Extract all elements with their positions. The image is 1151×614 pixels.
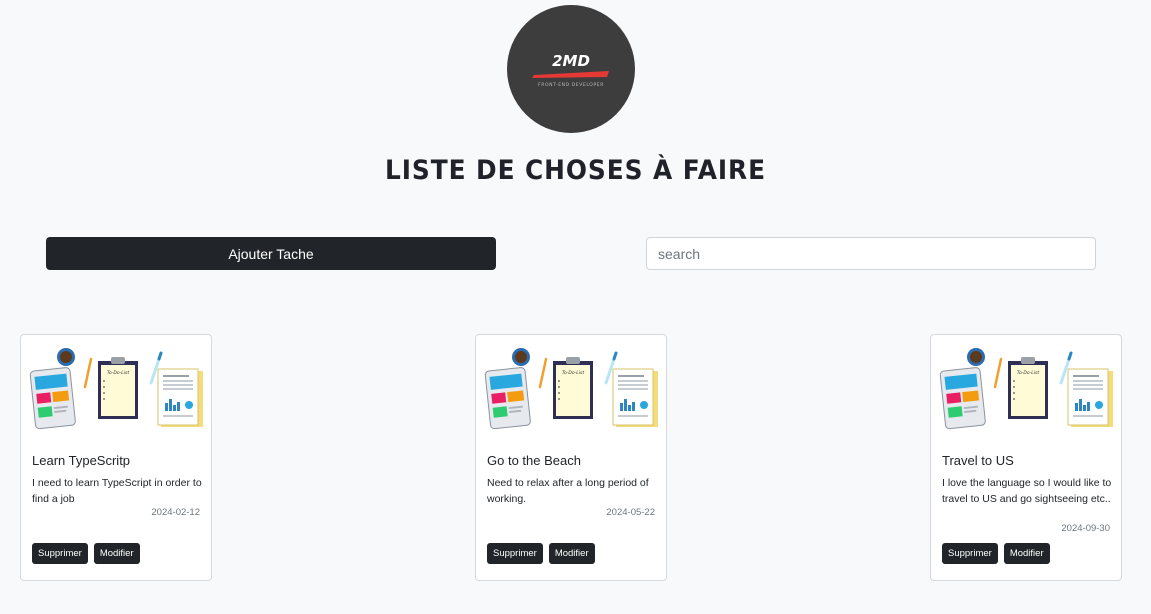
- edit-button[interactable]: Modifier: [93, 543, 140, 564]
- add-task-button[interactable]: Ajouter Tache: [46, 237, 496, 270]
- logo: 2MD FRONT-END DEVELOPER: [507, 5, 635, 133]
- task-description: I love the language so I would like to t…: [942, 477, 1112, 505]
- todo-illustration: To-Do-List: [29, 347, 205, 433]
- delete-button[interactable]: Supprimer: [32, 543, 88, 564]
- logo-mark: 2MD FRONT-END DEVELOPER: [532, 52, 609, 88]
- task-actions: Supprimer Modifier: [487, 543, 595, 564]
- task-description: I need to learn TypeScript in order to f…: [32, 477, 202, 505]
- task-date: 2024-09-30: [1061, 523, 1110, 534]
- task-actions: Supprimer Modifier: [32, 543, 140, 564]
- delete-button[interactable]: Supprimer: [487, 543, 543, 564]
- logo-brand: 2MD: [552, 52, 590, 70]
- page: 2MD FRONT-END DEVELOPER LISTE DE CHOSES …: [0, 0, 1151, 614]
- task-title: Go to the Beach: [487, 453, 581, 468]
- logo-tagline: FRONT-END DEVELOPER: [538, 82, 604, 88]
- delete-button[interactable]: Supprimer: [942, 543, 998, 564]
- page-title: LISTE DE CHOSES À FAIRE: [384, 155, 766, 186]
- todo-illustration: To-Do-List: [484, 347, 660, 433]
- task-card: To-Do-List Go to the Beach Need to relax…: [475, 334, 667, 581]
- task-actions: Supprimer Modifier: [942, 543, 1050, 564]
- task-date: 2024-05-22: [606, 507, 655, 518]
- edit-button[interactable]: Modifier: [548, 543, 595, 564]
- task-title: Travel to US: [942, 453, 1014, 468]
- svg-text:To-Do-List: To-Do-List: [107, 370, 130, 376]
- task-title: Learn TypeScritp: [32, 453, 131, 468]
- task-card: To-Do-List Learn TypeScritp I need to le…: [20, 334, 212, 581]
- svg-text:To-Do-List: To-Do-List: [1017, 370, 1040, 376]
- task-description: Need to relax after a long period of wor…: [487, 477, 649, 505]
- todo-illustration: To-Do-List: [939, 347, 1115, 433]
- task-card: To-Do-List Travel to US I love the langu…: [930, 334, 1122, 581]
- svg-text:To-Do-List: To-Do-List: [562, 370, 585, 376]
- edit-button[interactable]: Modifier: [1003, 543, 1050, 564]
- search-input[interactable]: [646, 237, 1096, 270]
- task-date: 2024-02-12: [151, 507, 200, 518]
